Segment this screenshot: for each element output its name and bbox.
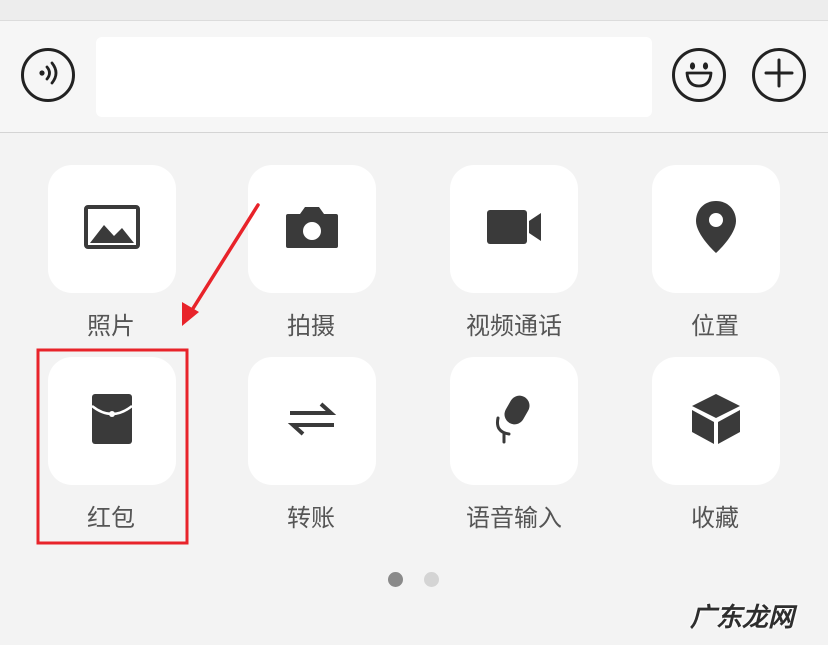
- annotation-overlay: [36, 203, 260, 545]
- watermark: 广东龙网: [690, 603, 795, 633]
- highlight-box: [36, 348, 189, 545]
- pointer-arrow: [185, 203, 260, 320]
